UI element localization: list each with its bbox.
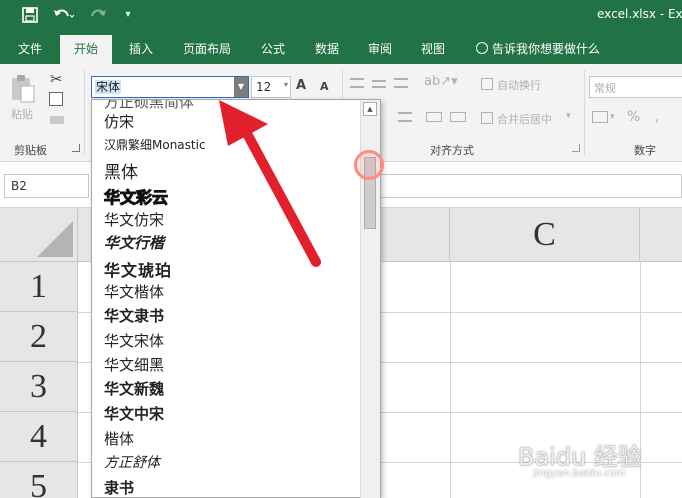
excel-window: ▾ excel.xlsx - Ex 文件 开始 插入 页面布局 公式 数据 审阅… xyxy=(0,0,682,498)
red-arrow-annotation xyxy=(219,100,321,267)
baidu-watermark: Baidu 经验 xyxy=(518,443,642,471)
baidu-watermark-url: jingyan.baidu.com xyxy=(533,468,626,479)
